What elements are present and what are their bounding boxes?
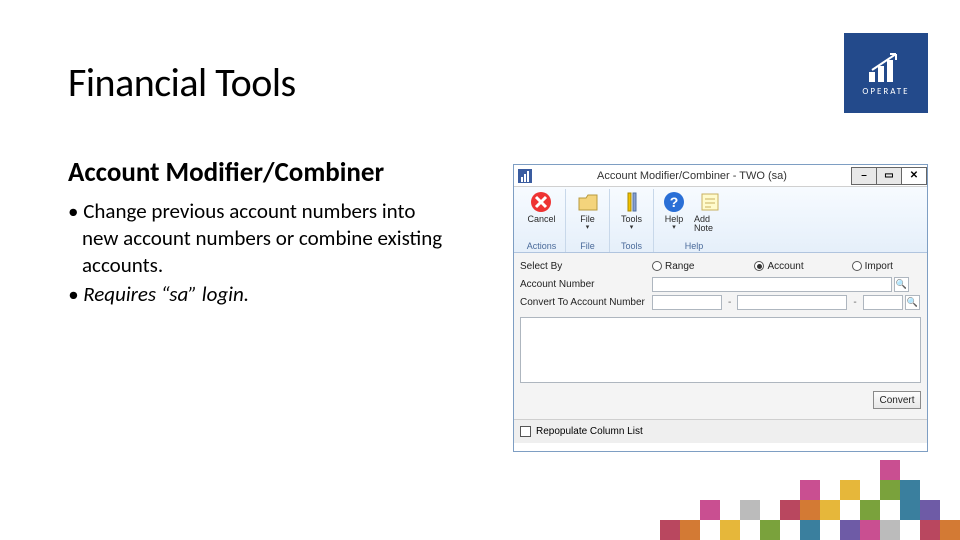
repopulate-label: Repopulate Column List	[536, 426, 643, 437]
radio-icon	[852, 261, 862, 271]
slide-title: Financial Tools	[68, 58, 296, 107]
lookup-button[interactable]: 🔍	[905, 295, 920, 310]
ribbon-group-help: ? Help ▾ Add Note Help	[654, 189, 734, 252]
help-button[interactable]: ? Help ▾	[660, 189, 688, 233]
group-label-actions: Actions	[518, 241, 565, 251]
close-button[interactable]: ✕	[901, 167, 927, 185]
bullet-1: • Change previous account numbers into n…	[68, 198, 448, 279]
window-title: Account Modifier/Combiner - TWO (sa)	[532, 170, 852, 182]
convert-seg3-input[interactable]	[863, 295, 903, 310]
convert-seg1-input[interactable]	[652, 295, 722, 310]
radio-range-label: Range	[665, 261, 694, 272]
window-buttons: – ▭ ✕	[852, 167, 927, 185]
brand-tile: OPERATE	[844, 33, 928, 113]
app-window: Account Modifier/Combiner - TWO (sa) – ▭…	[513, 164, 928, 452]
slide-body: • Change previous account numbers into n…	[68, 198, 448, 310]
convert-button[interactable]: Convert	[873, 391, 921, 409]
radio-account-label: Account	[767, 261, 803, 272]
radio-account[interactable]: Account	[754, 261, 803, 272]
radio-import-label: Import	[865, 261, 893, 272]
add-note-button[interactable]: Add Note	[692, 189, 728, 233]
folder-icon	[576, 190, 600, 214]
cancel-label: Cancel	[527, 215, 555, 224]
convert-to-label: Convert To Account Number	[520, 297, 652, 308]
radio-import[interactable]: Import	[852, 261, 893, 272]
group-label-tools: Tools	[610, 241, 653, 251]
cancel-icon	[529, 190, 553, 214]
radio-icon	[754, 261, 764, 271]
help-label: Help	[665, 215, 684, 224]
ribbon-group-tools: Tools ▾ Tools	[610, 189, 654, 252]
caret-icon: ▾	[630, 224, 634, 231]
select-by-label: Select By	[520, 261, 652, 272]
app-icon	[518, 169, 532, 183]
footer-row: Repopulate Column List	[514, 419, 927, 443]
group-label-help: Help	[654, 241, 734, 251]
ribbon-group-actions: Cancel Actions	[518, 189, 566, 252]
bar-arrow-icon	[866, 50, 906, 84]
slide-subtitle: Account Modifier/Combiner	[68, 156, 384, 189]
repopulate-checkbox[interactable]	[520, 426, 531, 437]
bullet-2: • Requires “sa” login.	[68, 281, 448, 308]
file-button[interactable]: File ▾	[574, 189, 602, 232]
tools-label: Tools	[621, 215, 642, 224]
radio-icon	[652, 261, 662, 271]
dash: -	[728, 297, 731, 308]
lookup-button[interactable]: 🔍	[894, 277, 909, 292]
radio-range[interactable]: Range	[652, 261, 694, 272]
account-number-label: Account Number	[520, 279, 652, 290]
dash: -	[853, 297, 856, 308]
group-label-file: File	[566, 241, 609, 251]
account-number-input[interactable]	[652, 277, 892, 292]
results-list[interactable]	[520, 317, 921, 383]
mosaic-decoration	[640, 460, 960, 540]
note-icon	[698, 190, 722, 214]
add-note-label: Add Note	[694, 215, 726, 232]
tools-icon	[620, 190, 644, 214]
select-by-row: Select By Range Account Import	[520, 257, 921, 275]
caret-icon: ▾	[672, 224, 676, 231]
tools-button[interactable]: Tools ▾	[618, 189, 646, 232]
help-icon: ?	[662, 190, 686, 214]
cancel-button[interactable]: Cancel	[525, 189, 557, 225]
convert-to-row: Convert To Account Number - - 🔍	[520, 293, 921, 311]
ribbon-group-file: File ▾ File	[566, 189, 610, 252]
convert-seg2-input[interactable]	[737, 295, 847, 310]
form-area: Select By Range Account Import Account N…	[514, 253, 927, 419]
ribbon: Cancel Actions File ▾ File Tools ▾	[514, 187, 927, 253]
caret-icon: ▾	[586, 224, 590, 231]
brand-label: OPERATE	[862, 86, 909, 97]
titlebar: Account Modifier/Combiner - TWO (sa) – ▭…	[514, 165, 927, 187]
minimize-button[interactable]: –	[851, 167, 877, 185]
account-number-row: Account Number 🔍	[520, 275, 921, 293]
file-label: File	[580, 215, 595, 224]
maximize-button[interactable]: ▭	[876, 167, 902, 185]
svg-text:?: ?	[670, 194, 679, 210]
